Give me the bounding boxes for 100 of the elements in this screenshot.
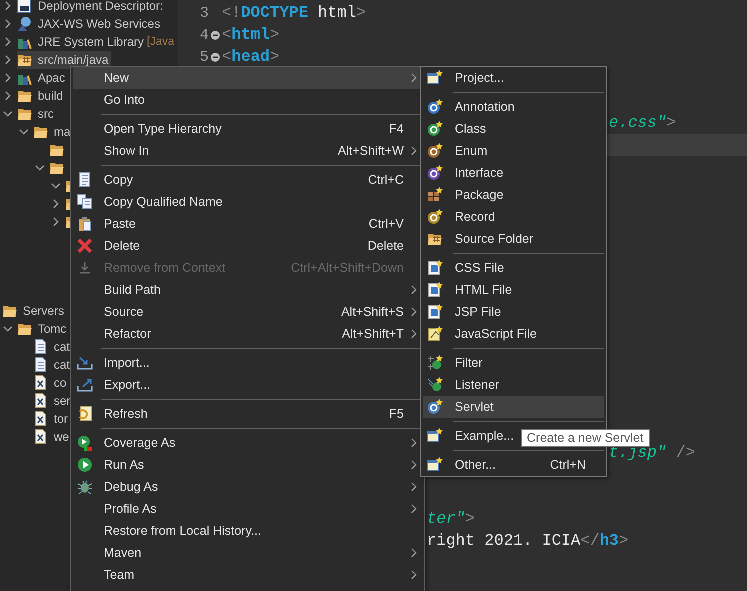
menu-item[interactable]: Source Alt+Shift+S (73, 301, 422, 323)
menu-item[interactable]: Import... (73, 352, 422, 374)
fold-icon[interactable] (210, 52, 221, 62)
tree-item[interactable]: tor (33, 410, 70, 428)
chevron-down-icon[interactable] (3, 324, 13, 334)
file-icon (33, 393, 49, 409)
menu-item[interactable]: Copy Ctrl+C (73, 169, 422, 191)
menu-item[interactable]: Paste Ctrl+V (73, 213, 422, 235)
menu-item[interactable]: Coverage As (73, 432, 422, 454)
menu-item[interactable]: New (73, 67, 422, 89)
menu-item[interactable]: Annotation (423, 96, 604, 118)
menu-item[interactable]: Other... Ctrl+N (423, 454, 604, 476)
menu-item[interactable]: Listener (423, 374, 604, 396)
folder-icon (17, 321, 33, 337)
folder-icon (49, 160, 65, 176)
menu-item[interactable]: Project... (423, 67, 604, 89)
tree-item[interactable]: cat (33, 356, 72, 374)
folder-icon (2, 303, 18, 319)
menu-item[interactable]: Filter (423, 352, 604, 374)
menu-item[interactable]: Debug As (73, 476, 422, 498)
chevron-right-icon[interactable] (3, 55, 13, 65)
menu-item[interactable]: Show In Alt+Shift+W (73, 140, 422, 162)
window-icon (427, 70, 443, 86)
menu-item[interactable]: CSS File (423, 257, 604, 279)
menu-item[interactable]: Export... (73, 374, 422, 396)
folder-icon (17, 88, 33, 104)
chevron-right-icon[interactable] (3, 19, 13, 29)
code-text: ter"> (427, 510, 476, 528)
circle-icon (427, 165, 443, 181)
circle-icon (427, 99, 443, 115)
chevron-right-icon[interactable] (51, 199, 61, 209)
arrow-icon (77, 260, 93, 276)
fold-icon[interactable] (210, 30, 221, 40)
chevron-down-icon[interactable] (51, 181, 61, 191)
menu-item[interactable]: Interface (423, 162, 604, 184)
menu-item[interactable]: Refresh F5 (73, 403, 422, 425)
tree-item[interactable]: src (17, 105, 56, 123)
chevron-right-icon[interactable] (3, 91, 13, 101)
menu-item[interactable]: Servlet (423, 396, 604, 418)
tree-item[interactable]: Tomc (17, 320, 69, 338)
tree-item[interactable]: co (33, 374, 69, 392)
tree-item[interactable]: Apac (17, 69, 68, 87)
tree-item[interactable]: cat (33, 338, 72, 356)
chevron-right-icon[interactable] (3, 73, 13, 83)
file-icon (427, 326, 443, 342)
menu-item[interactable]: Delete Delete (73, 235, 422, 257)
menu-item[interactable]: Record (423, 206, 604, 228)
line-number: 5 (200, 48, 210, 66)
menu-item[interactable]: Source Folder (423, 228, 604, 250)
menu-item[interactable]: Profile As (73, 498, 422, 520)
menu-item[interactable]: Enum (423, 140, 604, 162)
menu-item[interactable]: Refactor Alt+Shift+T (73, 323, 422, 345)
window-icon (427, 428, 443, 444)
menu-item[interactable]: Class (423, 118, 604, 140)
menu-item[interactable]: JavaScript File (423, 323, 604, 345)
grid-icon (427, 187, 443, 203)
bug-icon (77, 479, 93, 495)
menu-item[interactable]: Open Type Hierarchy F4 (73, 118, 422, 140)
menu-item[interactable]: Run As (73, 454, 422, 476)
file-icon (427, 304, 443, 320)
chevron-down-icon[interactable] (35, 163, 45, 173)
refresh-icon (77, 406, 93, 422)
menu-item[interactable]: Restore from Local History... (73, 520, 422, 542)
tree-item[interactable]: JRE System Library [Java (17, 33, 177, 51)
folder-icon (17, 106, 33, 122)
file-icon (427, 282, 443, 298)
menu-item[interactable]: Go Into (73, 89, 422, 111)
tree-item[interactable]: Deployment Descriptor: (17, 0, 166, 15)
globe-icon (17, 16, 33, 32)
menu-item[interactable]: Build Path (73, 279, 422, 301)
chevron-down-icon[interactable] (3, 109, 13, 119)
chevron-down-icon[interactable] (19, 127, 29, 137)
documents-icon (77, 194, 93, 210)
chevron-right-icon[interactable] (51, 217, 61, 227)
chevron-right-icon[interactable] (3, 37, 13, 47)
tooltip: Create a new Servlet (521, 429, 650, 447)
menu-item[interactable]: HTML File (423, 279, 604, 301)
tree-item[interactable]: JAX-WS Web Services (17, 15, 162, 33)
play-icon (77, 435, 93, 451)
filter-icon (427, 355, 443, 371)
menu-item[interactable]: Maven (73, 542, 422, 564)
code-text: t.jsp" /> (609, 444, 696, 462)
tree-item[interactable]: ma (33, 123, 73, 141)
code-text: right 2021. ICIA</h3> (427, 532, 629, 550)
line-number: 3 (200, 4, 210, 22)
export-icon (77, 377, 93, 393)
tree-item[interactable]: we (33, 428, 72, 446)
cross-icon (77, 238, 93, 254)
tree-item[interactable]: ser (33, 392, 73, 410)
menu-item[interactable]: JSP File (423, 301, 604, 323)
play-icon (77, 457, 93, 473)
menu-item[interactable]: Package (423, 184, 604, 206)
chevron-right-icon[interactable] (3, 1, 13, 11)
tree-item[interactable]: src/main/java (17, 51, 111, 69)
import-icon (77, 355, 93, 371)
menu-item[interactable]: Copy Qualified Name (73, 191, 422, 213)
menu-item[interactable]: Team (73, 564, 422, 586)
tree-item[interactable]: Servers (23, 304, 64, 318)
tree-item[interactable]: build (17, 87, 66, 105)
code-text: e.css"> (609, 114, 676, 132)
